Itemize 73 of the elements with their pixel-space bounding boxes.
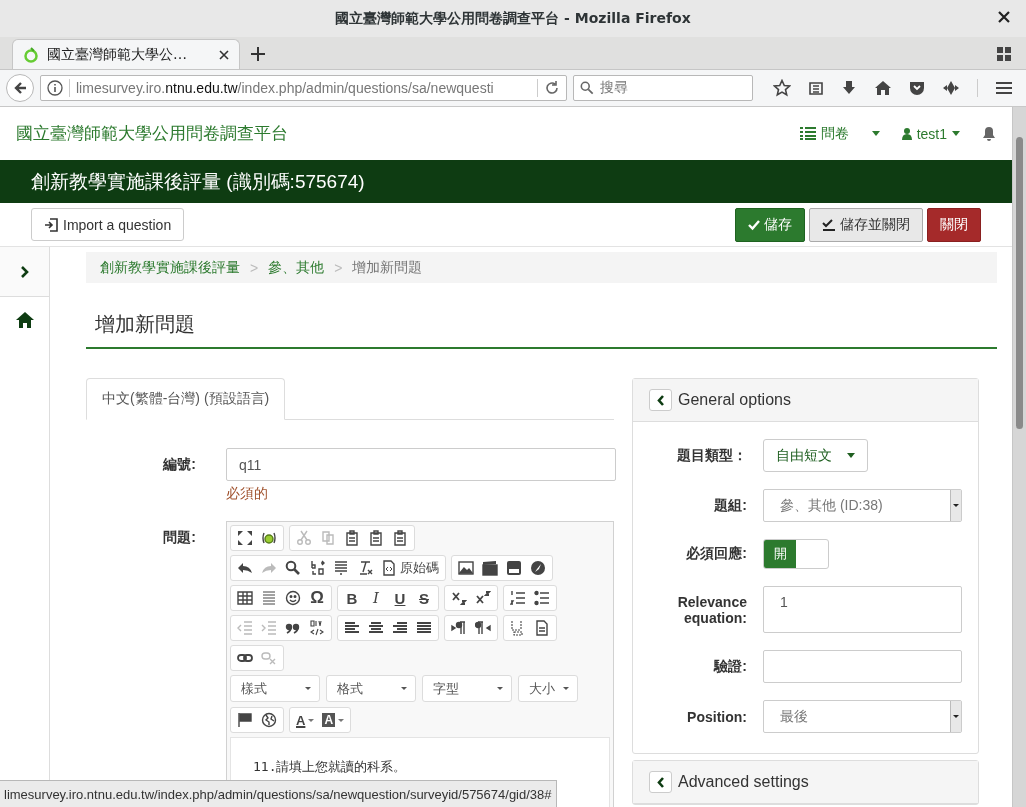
source-button[interactable]: 原始碼: [377, 558, 443, 578]
bell-icon[interactable]: [982, 126, 996, 141]
required-note: 必須的: [226, 485, 269, 503]
link-url-tooltip: limesurvey.iro.ntnu.edu.tw/index.php/admin/questions/sa/newquestion/surveyid/575674/gid/38#: [0, 780, 557, 807]
editor-dropdown[interactable]: 大小: [518, 675, 578, 702]
back-icon[interactable]: [6, 74, 34, 102]
field-label: 題目類型：: [676, 446, 747, 465]
text-color-button[interactable]: A: [292, 710, 319, 730]
panel-title: Advanced settings: [678, 773, 809, 791]
field-label: 驗證:: [712, 657, 747, 676]
extension-icon[interactable]: [942, 80, 960, 96]
favicon-icon: [23, 46, 39, 63]
question-type-dropdown[interactable]: 自由短文: [763, 439, 868, 472]
select-field[interactable]: 參、其他 (ID:38): [763, 489, 962, 522]
input-field[interactable]: [763, 650, 962, 683]
special-character-button[interactable]: Ω: [305, 588, 329, 608]
bold-button[interactable]: B: [340, 588, 364, 608]
field-label: 編號:: [161, 455, 196, 474]
breadcrumb-link[interactable]: 創新教學實施課後評量: [100, 258, 240, 277]
page-heading: 增加新問題: [86, 311, 997, 349]
search-icon: [580, 81, 594, 95]
underline-button[interactable]: U: [388, 588, 412, 608]
field-label: 題組:: [713, 496, 747, 515]
select-field[interactable]: 最後: [763, 700, 962, 733]
panel-title: General options: [678, 391, 791, 409]
breadcrumb-separator: >: [250, 259, 259, 276]
breadcrumb-separator: >: [334, 259, 343, 276]
search-field[interactable]: 搜尋: [573, 75, 753, 101]
window-title: 國立臺灣師範大學公用問卷調查平台 - Mozilla Firefox: [335, 9, 691, 28]
background-color-button[interactable]: A: [318, 710, 349, 730]
close-button[interactable]: 關閉: [927, 207, 981, 242]
download-icon[interactable]: [841, 80, 857, 96]
code-document-icon: [381, 560, 397, 576]
browser-tab[interactable]: 國立臺灣師範大學公…: [12, 39, 240, 69]
scrollbar[interactable]: [1012, 107, 1026, 807]
import-icon: [44, 217, 58, 232]
editor-dropdown[interactable]: 格式: [326, 675, 416, 702]
collapse-icon[interactable]: [649, 771, 672, 793]
code-input[interactable]: q11: [226, 448, 616, 481]
field-label: Position:: [686, 708, 747, 725]
star-icon[interactable]: [773, 79, 791, 97]
site-brand[interactable]: 國立臺灣師範大學公用問卷調查平台: [16, 122, 800, 145]
strikethrough-button[interactable]: S: [412, 588, 436, 608]
import-question-button[interactable]: Import a question: [31, 208, 185, 241]
pocket-icon[interactable]: [909, 80, 925, 96]
breadcrumb-link[interactable]: 參、其他: [268, 258, 325, 277]
check-underline-icon: [822, 218, 836, 231]
text-area[interactable]: 1: [763, 586, 962, 633]
list-icon: [799, 127, 816, 140]
survey-menu[interactable]: 問卷: [799, 124, 880, 143]
grid-icon[interactable]: [996, 46, 1012, 62]
breadcrumb-current: 增加新問題: [352, 258, 423, 277]
survey-title-bar: 創新教學實施課後評量 (識別碼:575674): [0, 160, 1012, 203]
close-icon[interactable]: [996, 9, 1012, 25]
save-button[interactable]: 儲存: [735, 207, 805, 242]
collapse-icon[interactable]: [649, 389, 672, 411]
check-icon: [748, 218, 760, 231]
user-icon: [901, 127, 912, 140]
field-label: 必須回應:: [685, 545, 747, 563]
italic-button[interactable]: I: [364, 588, 388, 608]
menu-icon[interactable]: [995, 80, 1013, 96]
field-label: Relevance equation:: [676, 593, 747, 626]
editor-text[interactable]: 11.請填上您就讀的科系。: [253, 759, 407, 774]
close-tab-icon[interactable]: [219, 49, 229, 60]
reading-list-icon[interactable]: [808, 80, 824, 96]
editor-dropdown[interactable]: 樣式: [230, 675, 320, 702]
toggle-switch[interactable]: 開: [763, 539, 829, 569]
user-menu[interactable]: test1: [901, 125, 960, 142]
language-tab[interactable]: 中文(繁體-台灣) (預設語言): [86, 378, 286, 420]
save-and-close-button[interactable]: 儲存並關閉: [809, 207, 923, 242]
address-bar[interactable]: limesurvey.iro.ntnu.edu.tw/index.php/admin/questions/sa/newquesti: [40, 75, 567, 101]
home-icon[interactable]: [874, 80, 892, 96]
editor-dropdown[interactable]: 字型: [422, 675, 512, 702]
